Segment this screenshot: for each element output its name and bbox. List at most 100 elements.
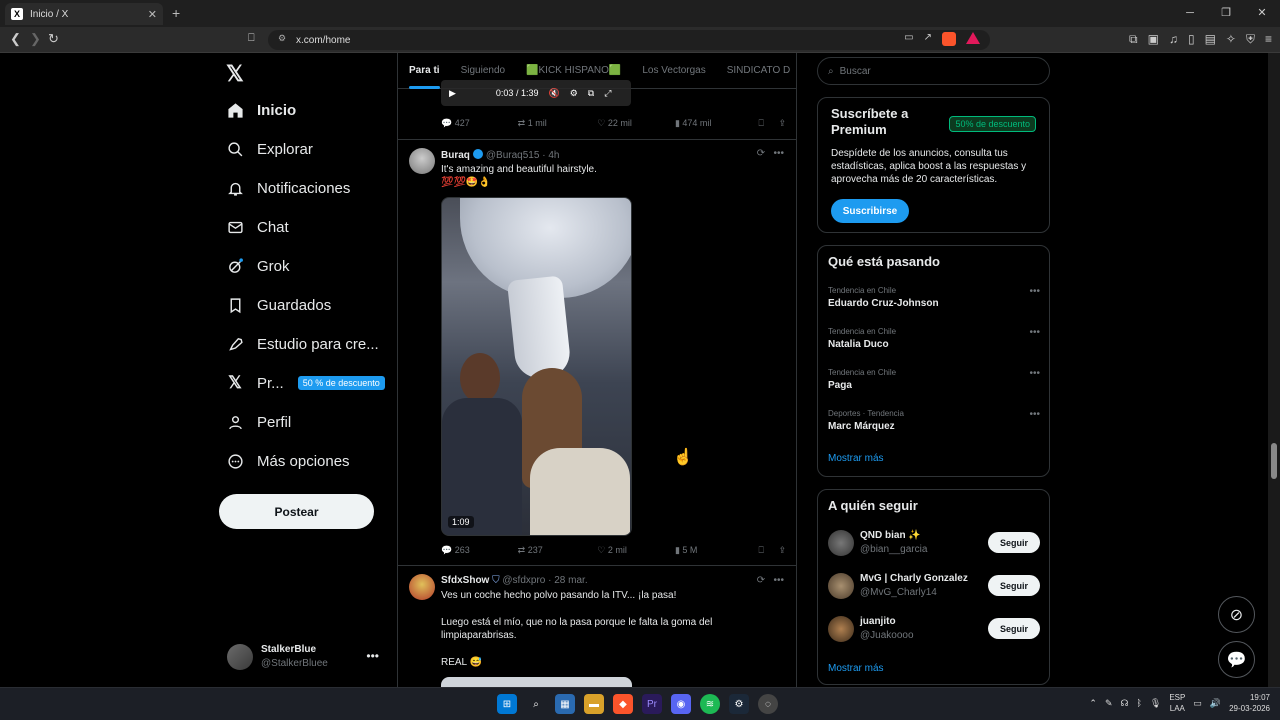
follow-button[interactable]: Seguir xyxy=(988,532,1040,553)
tab-para-ti[interactable]: Para ti xyxy=(409,65,440,89)
new-tab-button[interactable]: + xyxy=(172,5,180,21)
discord-icon[interactable]: ◉ xyxy=(671,694,691,714)
tweet-time[interactable]: · 28 mar. xyxy=(548,575,587,586)
cast-icon[interactable]: ▭ xyxy=(904,32,913,46)
nav-bookmarks[interactable]: Guardados xyxy=(226,296,331,314)
music-icon[interactable]: ♫ xyxy=(1169,32,1178,47)
author-handle[interactable]: @sfdxpro xyxy=(502,575,545,586)
like-action[interactable]: ♡ 22 mil xyxy=(597,118,675,129)
bookmark-icon[interactable]: ⎕ xyxy=(759,118,779,129)
bookmark-page-icon[interactable]: ⎕ xyxy=(248,32,255,45)
chevron-up-icon[interactable]: ⌃ xyxy=(1089,698,1097,709)
repost-action[interactable]: ⇄ 237 xyxy=(518,545,598,556)
settings-icon[interactable]: ⚙ xyxy=(570,88,578,99)
page-scrollbar[interactable] xyxy=(1268,53,1280,687)
vpn-icon[interactable]: ⛨ xyxy=(1246,32,1255,47)
app-icon[interactable]: ◌ xyxy=(758,694,778,714)
account-switcher[interactable]: StalkerBlue @StalkerBluee ••• xyxy=(227,641,387,673)
site-info-icon[interactable]: ⚙ xyxy=(278,33,286,44)
file-explorer-icon[interactable]: ▬ xyxy=(584,694,604,714)
nav-premium[interactable]: 𝕏 Pr... 50 % de descuento xyxy=(226,373,385,392)
tab-siguiendo[interactable]: Siguiendo xyxy=(461,65,505,76)
back-icon[interactable]: ❮ xyxy=(10,31,21,47)
grok-fab-icon[interactable]: ⊘ xyxy=(1218,596,1255,633)
widgets-icon[interactable]: ▦ xyxy=(555,694,575,714)
tab-kick-hispano[interactable]: 🟩KICK HISPANO🟩 xyxy=(526,65,621,76)
views-action[interactable]: ▮ 474 mil xyxy=(675,118,759,129)
trend-item[interactable]: Deportes · Tendencia Marc Márquez ••• xyxy=(828,409,1040,432)
grok-icon[interactable]: ⟳ xyxy=(757,148,765,159)
tab-sindicato[interactable]: SINDICATO D xyxy=(727,65,791,76)
fullscreen-icon[interactable]: ⤢ xyxy=(604,88,611,99)
forward-icon[interactable]: ❯ xyxy=(30,31,41,47)
tab-los-vectorgas[interactable]: Los Vectorgas xyxy=(642,65,705,76)
minimize-icon[interactable]: ─ xyxy=(1172,0,1208,27)
tweet-image[interactable] xyxy=(441,677,632,687)
extensions-icon[interactable]: ⧉ xyxy=(1129,32,1138,47)
avatar[interactable] xyxy=(409,148,435,174)
author-handle[interactable]: @Buraq515 xyxy=(486,150,540,161)
follow-button[interactable]: Seguir xyxy=(988,575,1040,596)
display-icon[interactable]: ▭ xyxy=(1193,698,1202,709)
trend-item[interactable]: Tendencia en Chile Paga ••• xyxy=(828,368,1040,391)
reply-action[interactable]: 💬 263 xyxy=(441,545,518,556)
follow-item[interactable]: juanjito @Juakoooo Seguir xyxy=(828,614,1040,644)
sidebar-icon[interactable]: ▯ xyxy=(1188,32,1195,47)
grok-icon[interactable]: ⟳ xyxy=(757,575,765,586)
mute-icon[interactable]: 🔇 xyxy=(548,88,559,99)
brave-browser-icon[interactable]: ◆ xyxy=(613,694,633,714)
headset-icon[interactable]: ☊ xyxy=(1120,698,1128,709)
premiere-icon[interactable]: Pr xyxy=(642,694,662,714)
share-icon[interactable]: ↗ xyxy=(924,32,932,46)
close-window-icon[interactable]: ✕ xyxy=(1244,0,1280,27)
volume-icon[interactable]: 🔊 xyxy=(1210,698,1221,709)
brave-rewards-icon[interactable] xyxy=(966,32,980,44)
menu-icon[interactable]: ≡ xyxy=(1265,32,1272,47)
tab-close-icon[interactable]: ✕ xyxy=(148,8,157,21)
search-icon[interactable]: ⌕ xyxy=(526,694,546,714)
pen-icon[interactable]: ✎ xyxy=(1105,698,1113,709)
share-icon[interactable]: ⇪ xyxy=(778,118,786,129)
nav-chat[interactable]: Chat xyxy=(226,218,289,236)
author-name[interactable]: SfdxShow xyxy=(441,575,489,586)
reply-action[interactable]: 💬 427 xyxy=(441,118,518,129)
url-field[interactable]: ⚙ x.com/home ▭ ↗ xyxy=(268,30,990,50)
follow-button[interactable]: Seguir xyxy=(988,618,1040,639)
avatar[interactable] xyxy=(409,574,435,600)
trend-item[interactable]: Tendencia en Chile Eduardo Cruz-Johnson … xyxy=(828,286,1040,309)
more-icon[interactable]: ••• xyxy=(1029,409,1040,420)
play-icon[interactable]: ▶ xyxy=(449,88,456,99)
messages-fab-icon[interactable]: 💬 xyxy=(1218,641,1255,678)
more-icon[interactable]: ••• xyxy=(1029,327,1040,338)
more-icon[interactable]: ••• xyxy=(773,148,784,159)
tweet-time[interactable]: · 4h xyxy=(542,150,559,161)
browser-tab[interactable]: X Inicio / X ✕ xyxy=(5,3,163,25)
nav-more-options[interactable]: Más opciones xyxy=(226,452,350,470)
share-icon[interactable]: ⇪ xyxy=(778,545,786,556)
show-more-link[interactable]: Mostrar más xyxy=(828,453,884,464)
more-icon[interactable]: ••• xyxy=(773,575,784,586)
post-button[interactable]: Postear xyxy=(219,494,374,529)
nav-notifications[interactable]: Notificaciones xyxy=(226,179,350,197)
follow-item[interactable]: MvG | Charly Gonzalez @MvG_Charly14 Segui… xyxy=(828,571,1040,601)
x-logo-icon[interactable]: 𝕏 xyxy=(226,61,244,87)
language-indicator[interactable]: ESP LAA xyxy=(1169,692,1185,714)
more-icon[interactable]: ••• xyxy=(366,649,379,663)
nav-explore[interactable]: Explorar xyxy=(226,140,313,158)
steam-icon[interactable]: ⚙ xyxy=(729,694,749,714)
show-more-link[interactable]: Mostrar más xyxy=(828,663,884,674)
subscribe-button[interactable]: Suscribirse xyxy=(831,199,909,223)
nav-profile[interactable]: Perfil xyxy=(226,413,291,431)
bluetooth-icon[interactable]: ᛒ xyxy=(1136,698,1141,708)
nav-home[interactable]: Inicio xyxy=(226,101,296,119)
more-icon[interactable]: ••• xyxy=(1029,368,1040,379)
follow-item[interactable]: QND bian ✨ @bian__garcia Seguir xyxy=(828,528,1040,558)
screenshot-icon[interactable]: ▣ xyxy=(1148,32,1159,47)
ai-icon[interactable]: ✧ xyxy=(1226,32,1236,47)
views-action[interactable]: ▮ 5 M xyxy=(675,545,759,556)
trend-item[interactable]: Tendencia en Chile Natalia Duco ••• xyxy=(828,327,1040,350)
tweet-video[interactable]: 1:09 xyxy=(441,197,632,536)
author-name[interactable]: Buraq xyxy=(441,150,470,161)
clock[interactable]: 19:07 29-03-2026 xyxy=(1229,692,1270,714)
maximize-icon[interactable]: ❐ xyxy=(1208,0,1244,27)
